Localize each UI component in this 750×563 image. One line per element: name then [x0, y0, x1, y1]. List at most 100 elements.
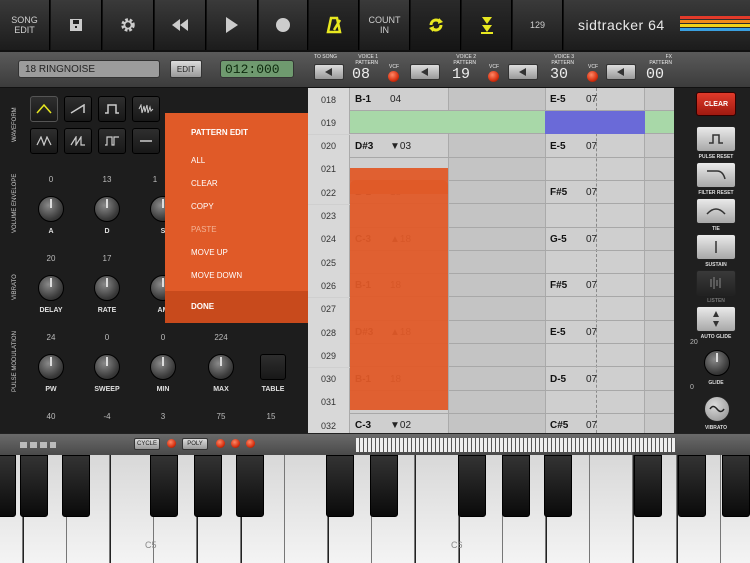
popup-item-all[interactable]: ALL — [191, 156, 205, 165]
sustain-button[interactable] — [696, 234, 736, 260]
waveform-combo1-button[interactable] — [30, 128, 58, 154]
clear-button[interactable]: CLEAR — [696, 92, 736, 116]
voice3-note[interactable]: C#5 — [550, 420, 568, 431]
waveform-pulse-button[interactable] — [98, 96, 126, 122]
pattern-grid[interactable]: 018B-104E-507019020D#3▼03E-507021022B-11… — [308, 88, 674, 433]
keyboard-range-strip[interactable] — [356, 438, 676, 452]
table-row[interactable]: 020 D#3 ▼03 E-5 07 — [308, 134, 674, 158]
black-key[interactable] — [194, 455, 222, 517]
black-key[interactable] — [370, 455, 398, 517]
waveform-combo3-button[interactable] — [98, 128, 126, 154]
rate-knob[interactable] — [94, 275, 120, 301]
black-key[interactable] — [326, 455, 354, 517]
delay-knob[interactable] — [38, 275, 64, 301]
settings-button[interactable] — [103, 0, 154, 50]
table-row[interactable]: 018 B-1 04 E-5 07 — [308, 88, 674, 111]
decay-knob[interactable] — [94, 196, 120, 222]
voice2-vcf-led[interactable] — [488, 71, 499, 82]
sweep-knob[interactable] — [94, 354, 120, 380]
black-key[interactable] — [0, 455, 16, 517]
tempo-display[interactable]: 129 — [513, 0, 563, 50]
tie-button[interactable] — [696, 198, 736, 224]
filter-reset-button[interactable] — [696, 162, 736, 188]
voice1-note[interactable]: C-3 — [355, 420, 371, 431]
to-song-button[interactable] — [314, 64, 344, 80]
waveform-noise-button[interactable] — [132, 96, 160, 122]
auto-glide-button[interactable] — [696, 306, 736, 332]
cycle-button[interactable]: CYCLE — [134, 438, 160, 450]
voice1-instrument[interactable]: ▼02 — [390, 420, 411, 431]
black-key[interactable] — [62, 455, 90, 517]
fx-pattern-value[interactable]: 00 — [646, 66, 664, 83]
rewind-button[interactable] — [155, 0, 206, 50]
voice3-note[interactable]: E-5 — [550, 141, 566, 152]
table-row[interactable]: 032 C-3 ▼02 C#5 07 — [308, 414, 674, 433]
popup-done-button[interactable]: DONE — [165, 291, 308, 323]
waveform-off-button[interactable] — [132, 128, 160, 154]
pw-knob[interactable] — [38, 354, 64, 380]
voice1-pattern-value[interactable]: 08 — [352, 66, 370, 83]
waveform-triangle-button[interactable] — [30, 96, 58, 122]
voice3-vcf-led[interactable] — [587, 71, 598, 82]
voice3-instrument[interactable]: 07 — [586, 234, 597, 245]
table-button[interactable] — [260, 354, 286, 380]
loop-button[interactable] — [411, 0, 461, 50]
voice3-instrument[interactable]: 07 — [586, 141, 597, 152]
play-button[interactable] — [207, 0, 258, 50]
popup-item-clear[interactable]: CLEAR — [191, 179, 218, 188]
voice3-note[interactable]: G-5 — [550, 234, 567, 245]
voice3-instrument[interactable]: 07 — [586, 420, 597, 431]
waveform-combo2-button[interactable] — [64, 128, 92, 154]
instrument-name-display[interactable]: 18 RINGNOISE — [18, 60, 160, 78]
voice1-vcf-led[interactable] — [388, 71, 399, 82]
voice3-note[interactable]: E-5 — [550, 94, 566, 105]
voice1-note[interactable]: D#3 — [355, 141, 373, 152]
voice1-instrument[interactable]: 04 — [390, 94, 401, 105]
max-knob[interactable] — [208, 354, 234, 380]
listen-button[interactable] — [696, 270, 736, 296]
popup-item-move-down[interactable]: MOVE DOWN — [191, 271, 242, 280]
popup-item-paste[interactable]: PASTE — [191, 225, 217, 234]
save-button[interactable] — [51, 0, 102, 50]
record-button[interactable] — [259, 0, 308, 50]
cursor-cell[interactable] — [545, 111, 645, 135]
voice3-toggle-button[interactable] — [606, 64, 636, 80]
voice3-instrument[interactable]: 07 — [586, 280, 597, 291]
popup-item-copy[interactable]: COPY — [191, 202, 214, 211]
count-in-button[interactable]: COUNT IN — [360, 0, 410, 50]
voice1-toggle-button[interactable] — [410, 64, 440, 80]
black-key[interactable] — [634, 455, 662, 517]
voice3-pattern-value[interactable]: 30 — [550, 66, 568, 83]
vibrato-button[interactable] — [704, 396, 730, 422]
voice3-instrument[interactable]: 07 — [586, 187, 597, 198]
white-key[interactable] — [285, 455, 329, 563]
attack-knob[interactable] — [38, 196, 64, 222]
metronome-button[interactable] — [309, 0, 359, 50]
black-key[interactable] — [678, 455, 706, 517]
voice3-instrument[interactable]: 07 — [586, 374, 597, 385]
voice1-note[interactable]: B-1 — [355, 94, 371, 105]
black-key[interactable] — [458, 455, 486, 517]
white-key[interactable] — [590, 455, 634, 563]
voice1-instrument[interactable]: ▼03 — [390, 141, 411, 152]
poly-button[interactable]: POLY — [182, 438, 208, 450]
black-key[interactable] — [20, 455, 48, 517]
waveform-saw-button[interactable] — [64, 96, 92, 122]
voice3-instrument[interactable]: 07 — [586, 94, 597, 105]
voice3-note[interactable]: F#5 — [550, 187, 567, 198]
black-key[interactable] — [544, 455, 572, 517]
black-key[interactable] — [236, 455, 264, 517]
voice3-note[interactable]: F#5 — [550, 280, 567, 291]
voice2-toggle-button[interactable] — [508, 64, 538, 80]
instrument-edit-button[interactable]: EDIT — [170, 60, 202, 78]
voice3-note[interactable]: E-5 — [550, 327, 566, 338]
song-edit-button[interactable]: SONG EDIT — [0, 0, 50, 50]
min-knob[interactable] — [150, 354, 176, 380]
voice2-pattern-value[interactable]: 19 — [452, 66, 470, 83]
popup-item-move-up[interactable]: MOVE UP — [191, 248, 228, 257]
voice3-instrument[interactable]: 07 — [586, 327, 597, 338]
black-key[interactable] — [150, 455, 178, 517]
black-key[interactable] — [722, 455, 750, 517]
glide-knob[interactable] — [704, 350, 730, 376]
follow-button[interactable] — [462, 0, 512, 50]
